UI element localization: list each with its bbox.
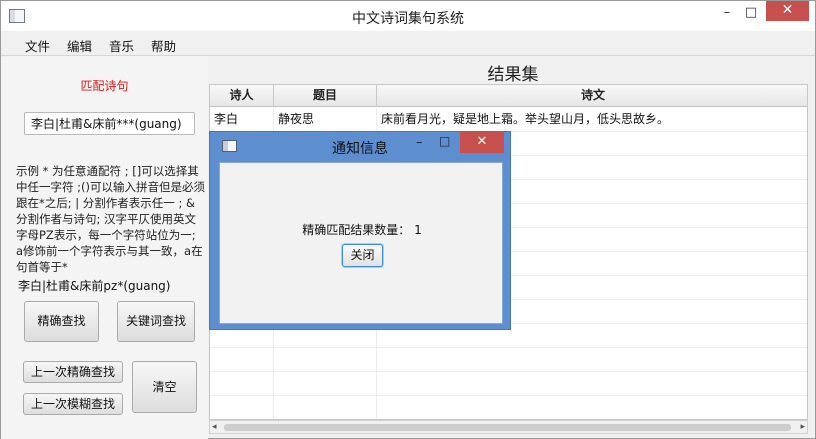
cell-poet bbox=[210, 372, 274, 396]
query-input[interactable] bbox=[24, 112, 195, 135]
scrollbar-thumb[interactable] bbox=[224, 424, 791, 431]
table-row[interactable] bbox=[210, 396, 807, 419]
table-row[interactable] bbox=[210, 372, 807, 396]
dialog-maximize-icon[interactable]: □ bbox=[439, 134, 450, 148]
exact-search-button[interactable]: 精确查找 bbox=[24, 301, 99, 342]
minimize-icon[interactable]: – bbox=[716, 4, 738, 24]
cell-poet bbox=[210, 396, 274, 419]
clear-button[interactable]: 清空 bbox=[132, 361, 197, 413]
cell-poem bbox=[377, 372, 807, 396]
column-header-poem[interactable]: 诗文 bbox=[377, 85, 807, 107]
cell-title bbox=[274, 348, 377, 372]
menu-file[interactable]: 文件 bbox=[25, 36, 50, 55]
cell-title bbox=[274, 396, 377, 419]
table-row[interactable] bbox=[210, 348, 807, 372]
window-title: 中文诗词集句系统 bbox=[352, 11, 464, 27]
cell-poem bbox=[377, 348, 807, 372]
prev-exact-search-button[interactable]: 上一次精确查找 bbox=[23, 361, 123, 383]
main-window: 中文诗词集句系统 – □ ✕ 文件 编辑 音乐 帮助 匹配诗句 示例 * 为任意… bbox=[0, 0, 816, 439]
scroll-right-icon[interactable]: ▸ bbox=[800, 422, 805, 432]
cell-title bbox=[274, 372, 377, 396]
scroll-left-icon[interactable]: ◂ bbox=[212, 422, 217, 432]
dialog-close-button[interactable]: 关闭 bbox=[342, 244, 383, 267]
results-title: 结果集 bbox=[487, 65, 539, 85]
cell-title: 静夜思 bbox=[274, 108, 377, 132]
cell-poet bbox=[210, 348, 274, 372]
search-panel: 匹配诗句 示例 * 为任意通配符 ; []可以选择其中任一字符 ;()可以输入拼… bbox=[1, 57, 208, 439]
dialog-close-icon[interactable]: ✕ bbox=[460, 132, 504, 153]
column-header-title[interactable]: 题目 bbox=[274, 85, 377, 107]
example-text: 李白|杜甫&床前pz*(guang) bbox=[18, 279, 171, 293]
menu-bar: 文件 编辑 音乐 帮助 bbox=[1, 32, 815, 56]
cell-poem: 床前看月光，疑是地上霜。举头望山月，低头思故乡。 bbox=[381, 112, 670, 126]
menu-music[interactable]: 音乐 bbox=[109, 36, 134, 55]
table-row[interactable]: 李白 静夜思 床前看月光，疑是地上霜。举头望山月，低头思故乡。 bbox=[210, 108, 807, 132]
prev-fuzzy-search-button[interactable]: 上一次模糊查找 bbox=[23, 393, 123, 415]
keyword-search-button[interactable]: 关键词查找 bbox=[117, 301, 195, 342]
match-section-title: 匹配诗句 bbox=[80, 79, 129, 93]
menu-edit[interactable]: 编辑 bbox=[67, 36, 92, 55]
help-text: 示例 * 为任意通配符 ; []可以选择其中任一字符 ;()可以输入拼音但是必须… bbox=[16, 164, 206, 274]
horizontal-scrollbar[interactable]: ◂ ▸ bbox=[209, 420, 808, 434]
title-bar: 中文诗词集句系统 – □ ✕ bbox=[1, 1, 815, 31]
menu-help[interactable]: 帮助 bbox=[151, 36, 176, 55]
cell-poem bbox=[377, 396, 807, 419]
close-icon[interactable]: ✕ bbox=[766, 1, 809, 21]
dialog-message: 精确匹配结果数量： 1 bbox=[302, 223, 422, 237]
dialog-body: 精确匹配结果数量： 1 关闭 bbox=[219, 162, 503, 324]
cell-poet: 李白 bbox=[210, 108, 274, 132]
notification-dialog: 通知信息 – □ ✕ 精确匹配结果数量： 1 关闭 bbox=[209, 131, 511, 330]
maximize-icon[interactable]: □ bbox=[740, 4, 762, 24]
dialog-minimize-icon[interactable]: – bbox=[416, 135, 423, 150]
table-header: 诗人 题目 诗文 bbox=[210, 85, 807, 107]
column-header-poet[interactable]: 诗人 bbox=[210, 85, 274, 107]
